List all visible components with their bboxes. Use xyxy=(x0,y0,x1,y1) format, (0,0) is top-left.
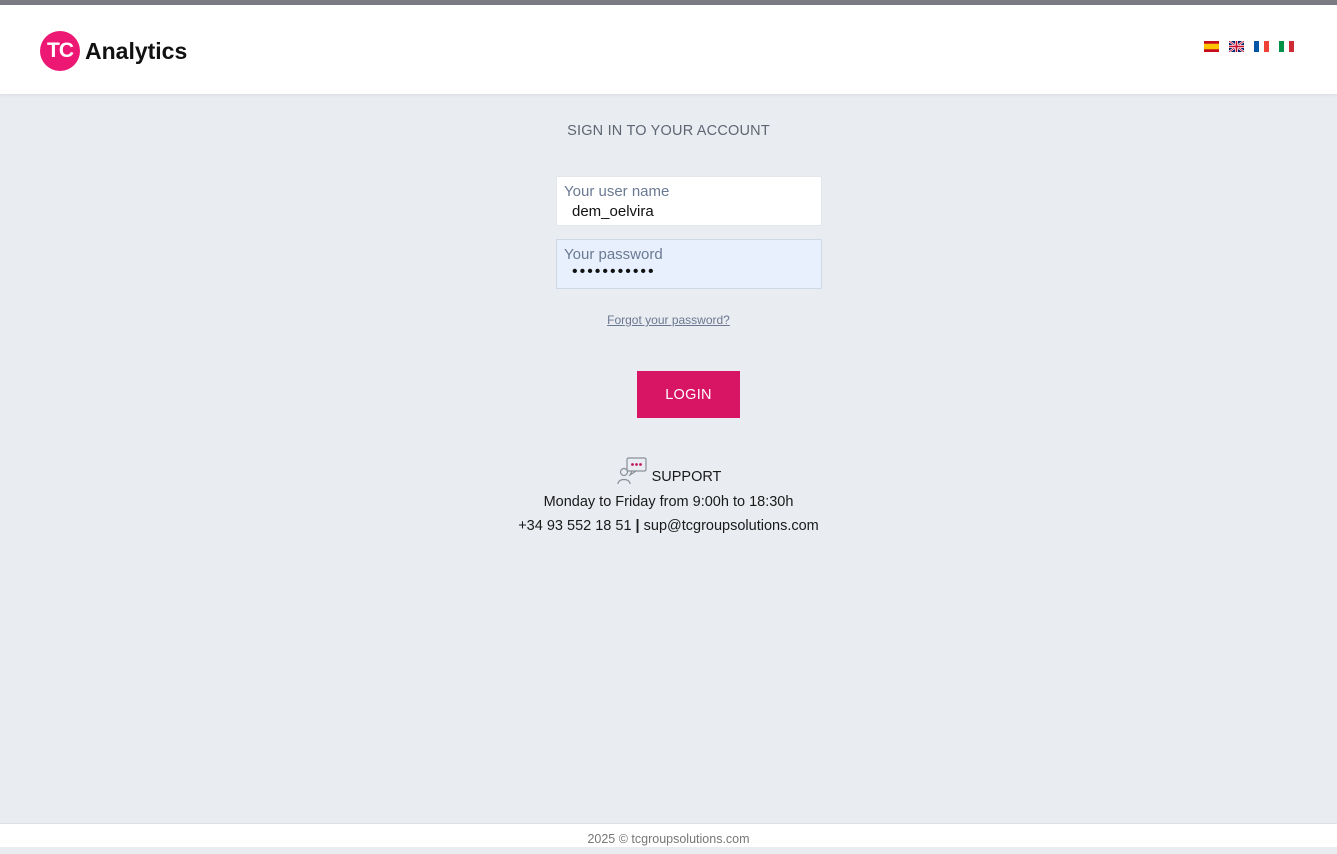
support-label: SUPPORT xyxy=(651,469,722,485)
english-flag-icon[interactable] xyxy=(1229,41,1244,52)
support-header: SUPPORT xyxy=(0,452,1337,486)
footer-copyright: 2025 © tcgroupsolutions.com xyxy=(587,832,750,846)
support-email: sup@tcgroupsolutions.com xyxy=(643,518,819,534)
support-contact: +34 93 552 18 51 | sup@tcgroupsolutions.… xyxy=(0,518,1337,534)
logo[interactable]: TC Analytics xyxy=(40,31,187,71)
footer: 2025 © tcgroupsolutions.com xyxy=(0,823,1337,847)
username-label: Your user name xyxy=(564,183,670,200)
logo-text: Analytics xyxy=(85,37,188,64)
support-section: SUPPORT Monday to Friday from 9:00h to 1… xyxy=(0,452,1337,534)
italian-flag-icon[interactable] xyxy=(1279,41,1294,52)
support-chat-icon xyxy=(616,457,647,485)
login-title: SIGN IN TO YOUR ACCOUNT xyxy=(567,123,770,139)
language-selector xyxy=(1204,41,1294,52)
password-input[interactable]: ••••••••••• xyxy=(572,263,812,283)
password-field[interactable]: Your password ••••••••••• xyxy=(556,239,822,289)
forgot-password-link[interactable]: Forgot your password? xyxy=(0,313,1337,327)
support-phone: +34 93 552 18 51 xyxy=(518,518,632,534)
french-flag-icon[interactable] xyxy=(1254,41,1269,52)
support-hours: Monday to Friday from 9:00h to 18:30h xyxy=(543,494,794,510)
contact-separator: | xyxy=(635,518,640,534)
username-field[interactable]: Your user name xyxy=(556,176,822,226)
password-label: Your password xyxy=(564,246,663,263)
username-input[interactable] xyxy=(572,201,812,221)
spanish-flag-icon[interactable] xyxy=(1204,41,1219,52)
header: TC Analytics xyxy=(0,5,1337,94)
logo-badge: TC xyxy=(40,31,80,71)
login-button[interactable]: LOGIN xyxy=(637,371,740,418)
